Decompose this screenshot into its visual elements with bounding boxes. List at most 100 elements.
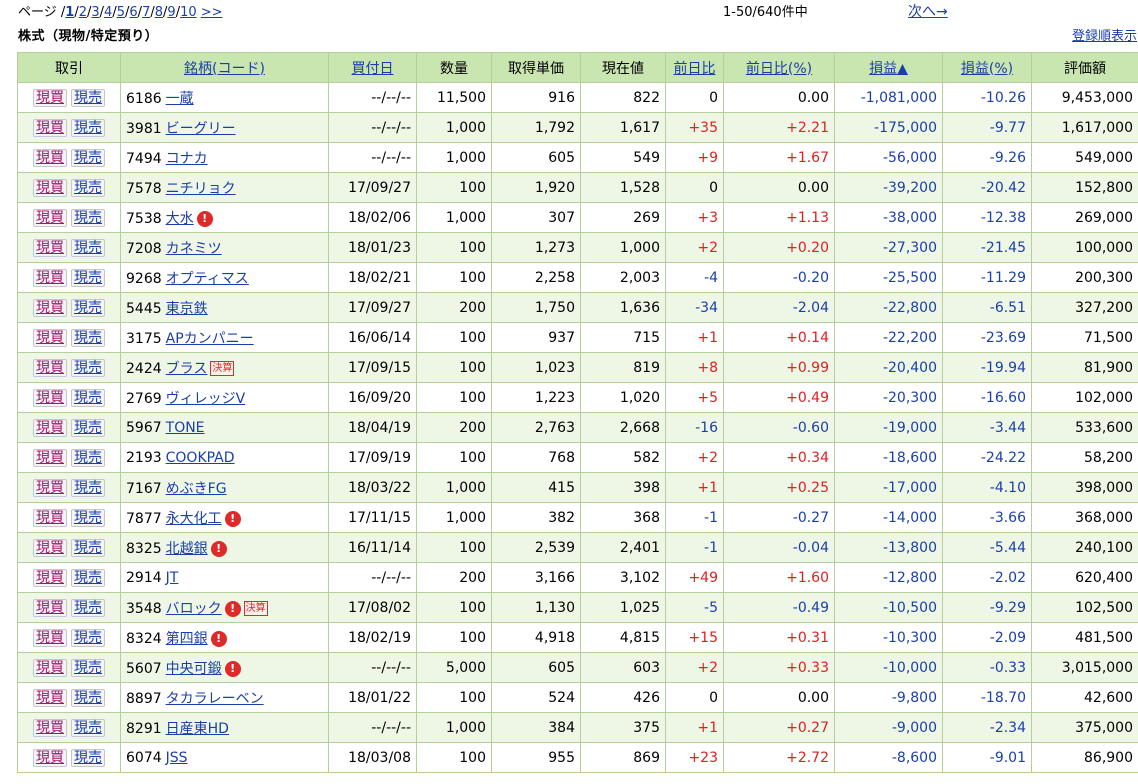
buy-button[interactable]: 現買 bbox=[33, 148, 67, 167]
sell-button[interactable]: 現売 bbox=[71, 598, 105, 617]
day-change-pct: +0.14 bbox=[723, 322, 835, 353]
buy-button[interactable]: 現買 bbox=[33, 598, 67, 617]
stock-name-link[interactable]: 東京鉄 bbox=[166, 301, 208, 317]
stock-name-link[interactable]: 永大化工 bbox=[166, 511, 222, 527]
trade-cell: 現買 現売 bbox=[17, 142, 121, 173]
buy-button[interactable]: 現買 bbox=[33, 658, 67, 677]
page-link-9[interactable]: 9 bbox=[167, 5, 175, 20]
sell-button[interactable]: 現売 bbox=[71, 298, 105, 317]
col-change[interactable]: 前日比 bbox=[665, 52, 724, 83]
sort-by-registration-link[interactable]: 登録順表示 bbox=[1072, 25, 1137, 44]
stock-name-link[interactable]: APカンパニー bbox=[166, 331, 254, 347]
col-change-pct[interactable]: 前日比(%) bbox=[723, 52, 835, 83]
alert-icon[interactable]: ! bbox=[210, 630, 227, 647]
buy-button[interactable]: 現買 bbox=[33, 388, 67, 407]
sell-button[interactable]: 現売 bbox=[71, 658, 105, 677]
more-pages-link[interactable]: >> bbox=[201, 5, 223, 20]
stock-name-link[interactable]: ブラス bbox=[166, 361, 208, 377]
stock-name-link[interactable]: COOKPAD bbox=[166, 450, 235, 466]
col-pl[interactable]: 損益▲ bbox=[834, 52, 943, 83]
stock-name-link[interactable]: 一蔵 bbox=[166, 91, 194, 107]
buy-button[interactable]: 現買 bbox=[33, 178, 67, 197]
sell-button[interactable]: 現売 bbox=[71, 388, 105, 407]
sell-button[interactable]: 現売 bbox=[71, 118, 105, 137]
col-buy-date[interactable]: 買付日 bbox=[328, 52, 417, 83]
page-link-3[interactable]: 3 bbox=[91, 5, 99, 20]
page-link-8[interactable]: 8 bbox=[155, 5, 163, 20]
col-name[interactable]: 銘柄(コード) bbox=[120, 52, 329, 83]
page-link-4[interactable]: 4 bbox=[104, 5, 112, 20]
buy-button[interactable]: 現買 bbox=[33, 328, 67, 347]
sell-button[interactable]: 現売 bbox=[71, 88, 105, 107]
buy-button[interactable]: 現買 bbox=[33, 208, 67, 227]
buy-button[interactable]: 現買 bbox=[33, 358, 67, 377]
sell-button[interactable]: 現売 bbox=[71, 148, 105, 167]
buy-button[interactable]: 現買 bbox=[33, 748, 67, 767]
sell-button[interactable]: 現売 bbox=[71, 538, 105, 557]
sell-button[interactable]: 現売 bbox=[71, 238, 105, 257]
sell-button[interactable]: 現売 bbox=[71, 178, 105, 197]
buy-button[interactable]: 現買 bbox=[33, 448, 67, 467]
trade-cell: 現買 現売 bbox=[17, 262, 121, 293]
page-link-5[interactable]: 5 bbox=[117, 5, 125, 20]
col-pl-pct[interactable]: 損益(%) bbox=[942, 52, 1032, 83]
page-link-1[interactable]: 1 bbox=[65, 5, 74, 20]
sell-button[interactable]: 現売 bbox=[71, 718, 105, 737]
stock-name-link[interactable]: めぶきFG bbox=[166, 481, 227, 497]
buy-button[interactable]: 現買 bbox=[33, 538, 67, 557]
buy-button[interactable]: 現買 bbox=[33, 628, 67, 647]
sell-button[interactable]: 現売 bbox=[71, 478, 105, 497]
stock-code: 8897 bbox=[126, 690, 162, 707]
buy-button[interactable]: 現買 bbox=[33, 688, 67, 707]
alert-icon[interactable]: ! bbox=[196, 210, 213, 227]
stock-name-link[interactable]: ヴィレッジV bbox=[166, 391, 246, 407]
stock-name-link[interactable]: JT bbox=[166, 570, 179, 586]
buy-button[interactable]: 現買 bbox=[33, 298, 67, 317]
buy-button[interactable]: 現買 bbox=[33, 118, 67, 137]
sell-button[interactable]: 現売 bbox=[71, 748, 105, 767]
page-link-6[interactable]: 6 bbox=[129, 5, 137, 20]
alert-icon[interactable]: ! bbox=[224, 510, 241, 527]
sell-button[interactable]: 現売 bbox=[71, 328, 105, 347]
sell-button[interactable]: 現売 bbox=[71, 208, 105, 227]
sell-button[interactable]: 現売 bbox=[71, 568, 105, 587]
sell-button[interactable]: 現売 bbox=[71, 268, 105, 287]
profit-loss: -14,000 bbox=[834, 502, 943, 533]
sell-button[interactable]: 現売 bbox=[71, 688, 105, 707]
stock-name-link[interactable]: 第四銀 bbox=[166, 631, 208, 647]
sell-button[interactable]: 現売 bbox=[71, 508, 105, 527]
sell-button[interactable]: 現売 bbox=[71, 418, 105, 437]
stock-name-link[interactable]: JSS bbox=[166, 750, 188, 766]
buy-button[interactable]: 現買 bbox=[33, 268, 67, 287]
stock-name-link[interactable]: 北越銀 bbox=[166, 541, 208, 557]
buy-button[interactable]: 現買 bbox=[33, 418, 67, 437]
stock-name-link[interactable]: TONE bbox=[166, 420, 205, 436]
next-page-link[interactable]: 次へ→ bbox=[908, 1, 948, 21]
buy-button[interactable]: 現買 bbox=[33, 88, 67, 107]
stock-name-link[interactable]: 中央可鍛 bbox=[166, 661, 222, 677]
stock-name-link[interactable]: コナカ bbox=[166, 151, 208, 167]
buy-button[interactable]: 現買 bbox=[33, 238, 67, 257]
buy-button[interactable]: 現買 bbox=[33, 568, 67, 587]
sell-button[interactable]: 現売 bbox=[71, 628, 105, 647]
stock-name-link[interactable]: ビーグリー bbox=[166, 121, 236, 137]
stock-name-link[interactable]: カネミツ bbox=[166, 241, 222, 257]
page-link-7[interactable]: 7 bbox=[142, 5, 150, 20]
stock-name-link[interactable]: ニチリョク bbox=[166, 181, 236, 197]
alert-icon[interactable]: ! bbox=[224, 600, 241, 617]
page-link-2[interactable]: 2 bbox=[79, 5, 87, 20]
sell-button[interactable]: 現売 bbox=[71, 448, 105, 467]
stock-name-link[interactable]: 大水 bbox=[166, 211, 194, 227]
alert-icon[interactable]: ! bbox=[224, 660, 241, 677]
buy-button[interactable]: 現買 bbox=[33, 508, 67, 527]
page-link-10[interactable]: 10 bbox=[180, 5, 197, 20]
stock-name-link[interactable]: 日産東HD bbox=[166, 721, 229, 737]
sell-button[interactable]: 現売 bbox=[71, 358, 105, 377]
alert-icon[interactable]: ! bbox=[210, 540, 227, 557]
current-price: 869 bbox=[580, 742, 666, 773]
stock-name-link[interactable]: オプティマス bbox=[166, 271, 249, 287]
stock-name-link[interactable]: タカラレーベン bbox=[166, 691, 264, 707]
buy-button[interactable]: 現買 bbox=[33, 718, 67, 737]
buy-button[interactable]: 現買 bbox=[33, 478, 67, 497]
stock-name-link[interactable]: バロック bbox=[166, 601, 222, 617]
